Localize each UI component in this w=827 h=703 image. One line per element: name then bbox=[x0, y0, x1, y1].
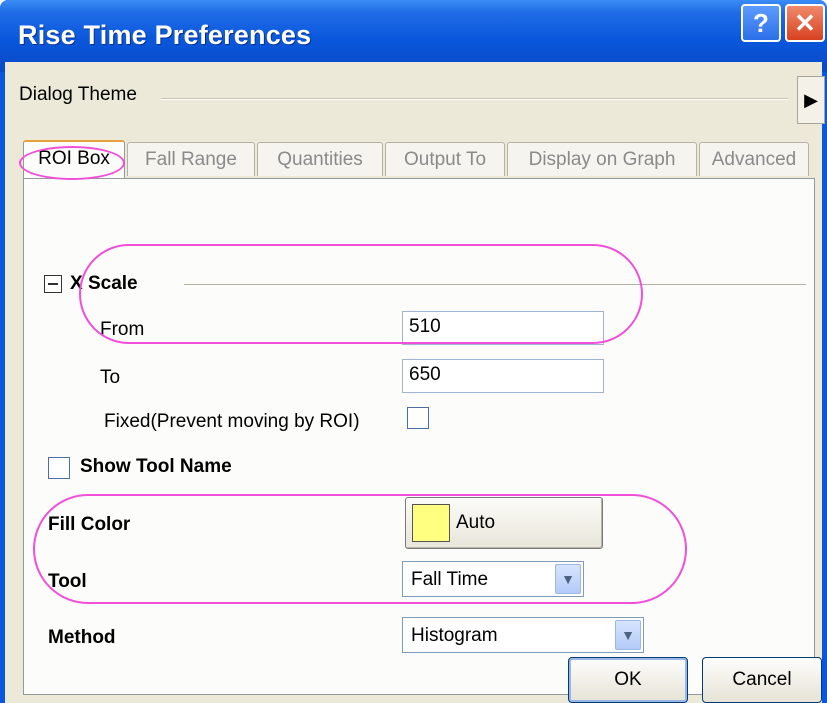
chevron-down-icon[interactable]: ▼ bbox=[555, 564, 581, 594]
method-select-value: Histogram bbox=[411, 625, 498, 646]
tab-output-to[interactable]: Output To bbox=[385, 142, 505, 176]
section-divider bbox=[184, 284, 806, 285]
method-select[interactable]: Histogram ▼ bbox=[402, 617, 644, 653]
tool-label: Tool bbox=[48, 571, 87, 592]
show-tool-name-label: Show Tool Name bbox=[80, 456, 232, 477]
tab-fall-range[interactable]: Fall Range bbox=[127, 142, 255, 176]
close-icon[interactable]: ✕ bbox=[785, 4, 825, 42]
tab-roi-box[interactable]: ROI Box bbox=[23, 140, 125, 178]
ok-button[interactable]: OK bbox=[568, 657, 688, 703]
dialog-window: Rise Time Preferences ? ✕ Dialog Theme ▶… bbox=[0, 0, 827, 703]
collapse-icon[interactable] bbox=[44, 275, 62, 293]
chevron-down-icon[interactable]: ▼ bbox=[615, 620, 641, 650]
method-label: Method bbox=[48, 627, 116, 648]
tab-strip: ROI Box Fall Range Quantities Output To … bbox=[19, 140, 819, 178]
window-title: Rise Time Preferences bbox=[18, 20, 312, 50]
tool-select[interactable]: Fall Time ▼ bbox=[402, 561, 584, 597]
theme-menu-arrow-icon[interactable]: ▶ bbox=[797, 76, 825, 124]
to-label: To bbox=[100, 367, 121, 388]
dialog-theme-bar: Dialog Theme bbox=[5, 70, 822, 122]
from-label: From bbox=[100, 319, 145, 340]
help-icon[interactable]: ? bbox=[741, 4, 781, 42]
fixed-label: Fixed(Prevent moving by ROI) bbox=[104, 411, 360, 432]
show-tool-name-checkbox[interactable] bbox=[48, 457, 70, 479]
cancel-button[interactable]: Cancel bbox=[702, 657, 822, 703]
from-input[interactable]: 510 bbox=[402, 311, 604, 345]
fill-color-button[interactable]: Auto bbox=[405, 497, 603, 549]
dialog-client: Dialog Theme ▶ ROI Box Fall Range Quanti… bbox=[5, 62, 825, 703]
theme-divider bbox=[161, 98, 788, 100]
color-swatch bbox=[412, 504, 450, 542]
to-input[interactable]: 650 bbox=[402, 359, 604, 393]
tool-select-value: Fall Time bbox=[411, 569, 489, 590]
tab-quantities[interactable]: Quantities bbox=[257, 142, 383, 176]
dialog-theme-label: Dialog Theme bbox=[19, 84, 137, 105]
x-scale-title: X Scale bbox=[70, 273, 138, 294]
roi-box-panel: X Scale From 510 To 650 Fixed(Prevent mo… bbox=[23, 178, 815, 695]
fixed-checkbox[interactable] bbox=[407, 407, 429, 429]
tab-display-on-graph[interactable]: Display on Graph bbox=[507, 142, 697, 176]
tab-advanced[interactable]: Advanced bbox=[699, 142, 809, 176]
fill-color-label: Fill Color bbox=[48, 514, 131, 535]
fill-color-value: Auto bbox=[456, 512, 496, 533]
